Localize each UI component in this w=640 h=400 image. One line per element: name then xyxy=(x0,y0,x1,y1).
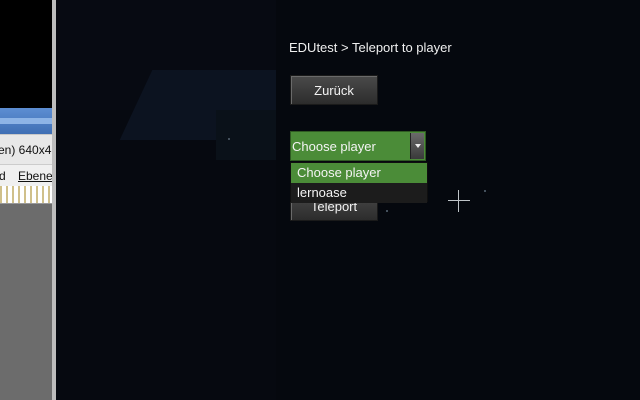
crosshair-icon xyxy=(448,190,470,212)
image-info-bar: en) 640x4 xyxy=(0,134,52,164)
dropdown-arrow-button[interactable] xyxy=(410,133,424,159)
player-dropdown[interactable]: Choose player xyxy=(290,131,426,161)
dropdown-options-list: Choose player lernoase xyxy=(290,162,428,203)
background-image-editor-window: en) 640x4 d Ebene xyxy=(0,0,56,400)
dropdown-selected-value: Choose player xyxy=(292,139,376,154)
scene-particle xyxy=(484,190,486,192)
canvas-area xyxy=(0,204,52,400)
back-button-label: Zurück xyxy=(314,82,354,98)
chevron-down-icon xyxy=(414,144,421,148)
menu-bar: d Ebene xyxy=(0,164,53,186)
page-title: EDUtest > Teleport to player xyxy=(289,40,452,55)
scene-particle xyxy=(386,210,388,212)
titlebar-highlight xyxy=(0,118,52,124)
image-info-text: en) 640x4 xyxy=(0,143,52,157)
menu-item-layer[interactable]: Ebene xyxy=(18,169,53,183)
back-button[interactable]: Zurück xyxy=(290,75,378,105)
menu-item-1[interactable]: d xyxy=(0,169,6,183)
screen: en) 640x4 d Ebene EDUtest > Teleport to … xyxy=(0,0,640,400)
ruler xyxy=(0,186,52,204)
scene-particle xyxy=(228,138,230,140)
dropdown-option-player[interactable]: lernoase xyxy=(291,183,427,203)
dropdown-option-choose-player[interactable]: Choose player xyxy=(291,163,427,183)
